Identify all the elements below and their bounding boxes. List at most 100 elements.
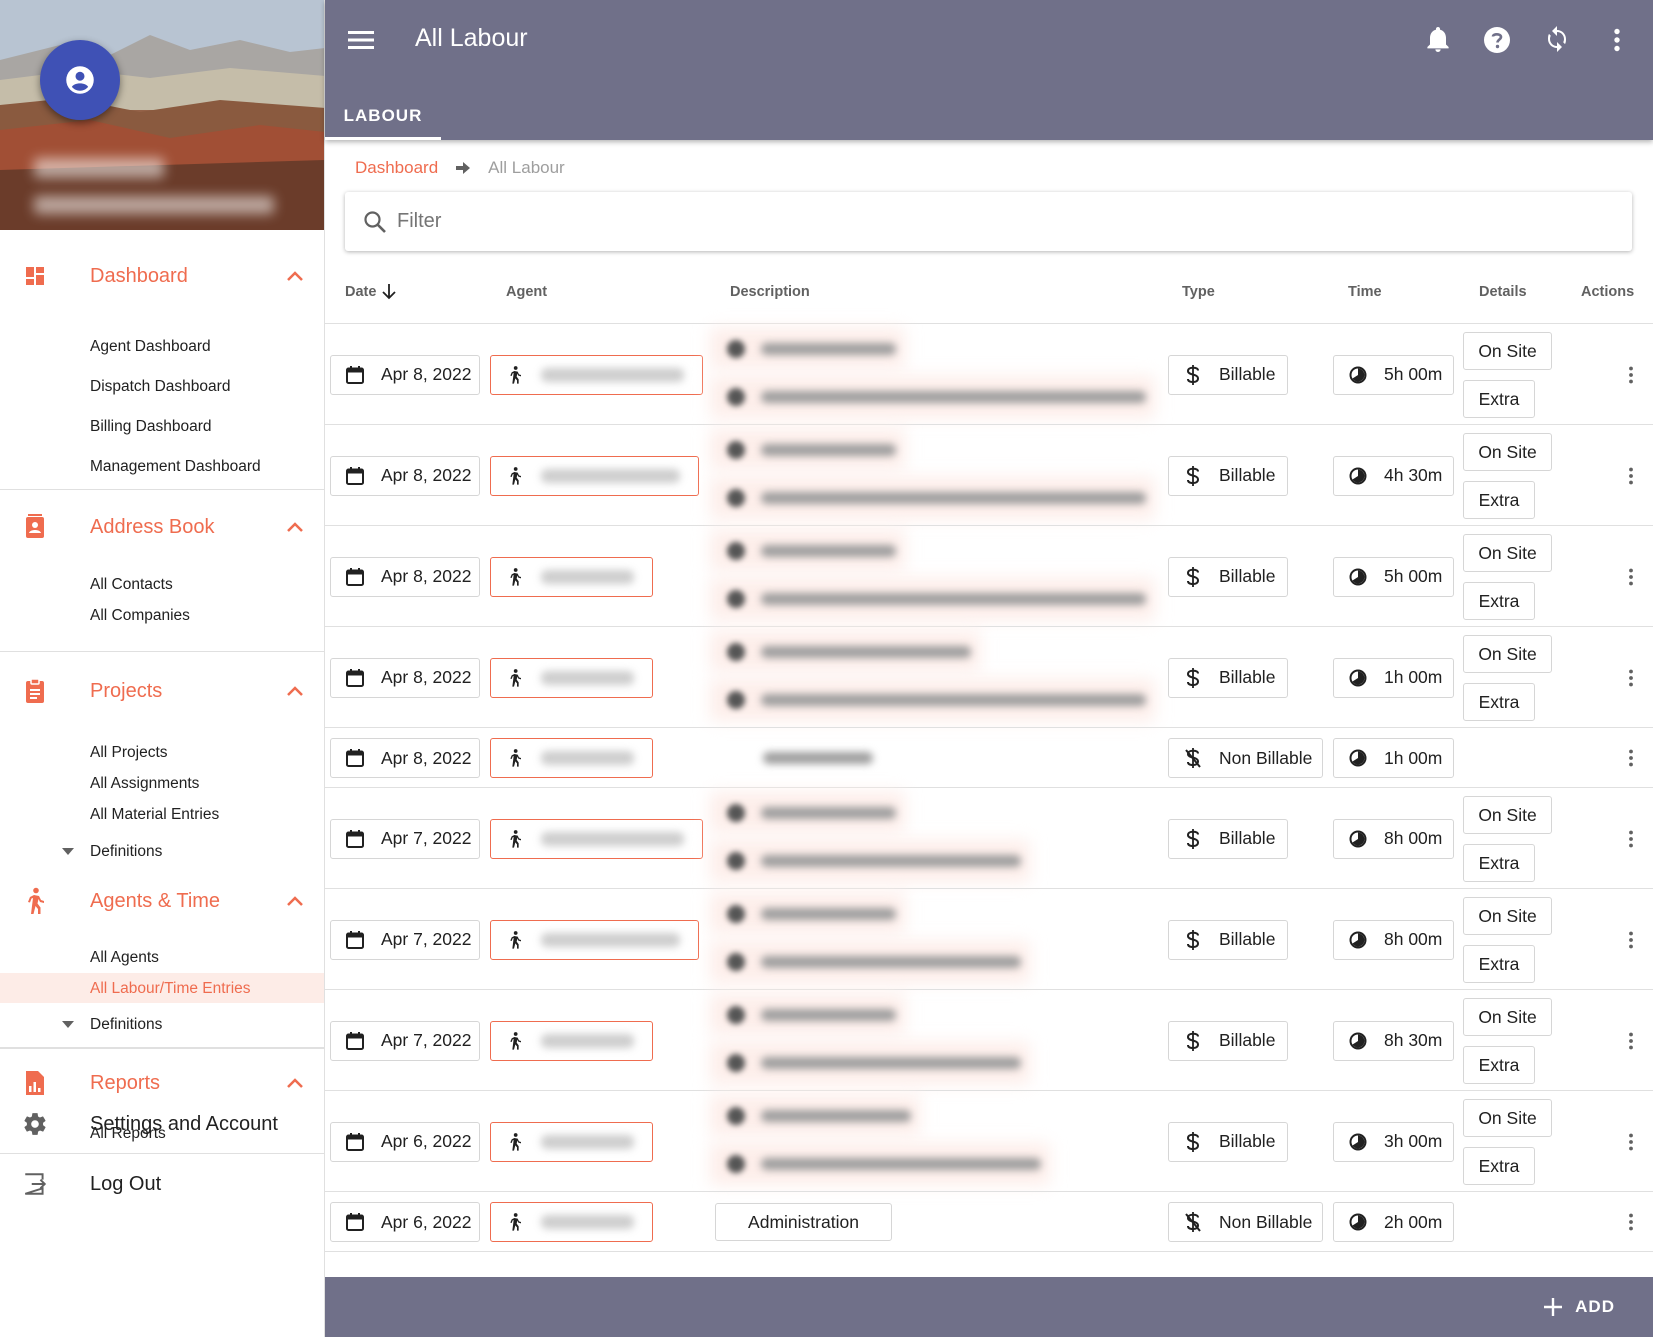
date-chip[interactable]: Apr 7, 2022	[330, 919, 480, 960]
row-actions-menu-icon[interactable]	[1619, 464, 1643, 488]
on-site-chip[interactable]: On Site	[1463, 534, 1552, 572]
description-line-redacted[interactable]	[727, 1054, 1021, 1072]
agent-chip[interactable]	[490, 1121, 653, 1162]
row-actions-menu-icon[interactable]	[1619, 746, 1643, 770]
tab-labour[interactable]: LABOUR	[325, 92, 441, 140]
agent-chip[interactable]	[490, 657, 653, 698]
type-chip[interactable]: Billable	[1168, 556, 1288, 597]
settings-and-account-item[interactable]: Settings and Account	[0, 1095, 324, 1153]
nav-all-material-entries[interactable]: All Material Entries	[90, 806, 219, 824]
bell-icon[interactable]	[1422, 24, 1454, 56]
table-row[interactable]: Apr 8, 2022 Non Billable 1h 00m	[325, 727, 1653, 787]
type-chip[interactable]: Non Billable	[1168, 738, 1323, 778]
nav-dispatch-dashboard[interactable]: Dispatch Dashboard	[90, 378, 230, 396]
description-line-redacted[interactable]	[727, 905, 896, 923]
type-chip[interactable]: Billable	[1168, 354, 1288, 395]
on-site-chip[interactable]: On Site	[1463, 332, 1552, 370]
nav-all-agents[interactable]: All Agents	[90, 949, 159, 967]
row-actions-menu-icon[interactable]	[1619, 363, 1643, 387]
extra-chip[interactable]: Extra	[1463, 683, 1535, 721]
nav-management-dashboard[interactable]: Management Dashboard	[90, 458, 261, 476]
agents-time-section-header[interactable]: Agents & Time	[0, 871, 324, 931]
date-chip[interactable]: Apr 6, 2022	[330, 1121, 480, 1162]
description-line-redacted[interactable]	[727, 340, 896, 358]
more-vert-icon[interactable]	[1601, 24, 1633, 56]
type-chip[interactable]: Billable	[1168, 455, 1288, 496]
nav-agent-definitions[interactable]: Definitions	[90, 1016, 162, 1034]
chevron-up-icon[interactable]	[275, 515, 315, 539]
description-line-redacted[interactable]	[727, 388, 1146, 406]
on-site-chip[interactable]: On Site	[1463, 796, 1552, 834]
nav-all-assignments[interactable]: All Assignments	[90, 775, 199, 793]
description-line-redacted[interactable]	[727, 441, 896, 459]
row-actions-menu-icon[interactable]	[1619, 1029, 1643, 1053]
type-chip[interactable]: Billable	[1168, 818, 1288, 859]
nav-all-companies[interactable]: All Companies	[90, 607, 190, 625]
description-line-redacted[interactable]	[727, 852, 1021, 870]
description-line-redacted[interactable]	[727, 542, 896, 560]
menu-icon[interactable]	[345, 24, 377, 56]
on-site-chip[interactable]: On Site	[1463, 433, 1552, 471]
extra-chip[interactable]: Extra	[1463, 481, 1535, 519]
time-chip[interactable]: 3h 00m	[1333, 1121, 1454, 1162]
agent-chip[interactable]	[490, 1202, 653, 1242]
date-chip[interactable]: Apr 7, 2022	[330, 1020, 480, 1061]
date-chip[interactable]: Apr 8, 2022	[330, 738, 480, 778]
date-chip[interactable]: Apr 7, 2022	[330, 818, 480, 859]
description-line-redacted[interactable]	[763, 752, 873, 764]
nav-all-labour-time-entries[interactable]: All Labour/Time Entries	[90, 980, 251, 998]
extra-chip[interactable]: Extra	[1463, 582, 1535, 620]
on-site-chip[interactable]: On Site	[1463, 897, 1552, 935]
on-site-chip[interactable]: On Site	[1463, 998, 1552, 1036]
type-chip[interactable]: Non Billable	[1168, 1202, 1323, 1242]
description-line-redacted[interactable]	[727, 691, 1146, 709]
type-chip[interactable]: Billable	[1168, 657, 1288, 698]
row-actions-menu-icon[interactable]	[1619, 1130, 1643, 1154]
chevron-up-icon[interactable]	[275, 264, 315, 288]
date-chip[interactable]: Apr 6, 2022	[330, 1202, 480, 1242]
type-chip[interactable]: Billable	[1168, 919, 1288, 960]
time-chip[interactable]: 5h 00m	[1333, 556, 1454, 597]
extra-chip[interactable]: Extra	[1463, 380, 1535, 418]
table-row[interactable]: Apr 7, 2022 Billable 8h 30m On Site Extra	[325, 989, 1653, 1090]
date-chip[interactable]: Apr 8, 2022	[330, 556, 480, 597]
chevron-up-icon[interactable]	[275, 679, 315, 703]
on-site-chip[interactable]: On Site	[1463, 635, 1552, 673]
description-line-redacted[interactable]	[727, 1006, 896, 1024]
address-book-section-header[interactable]: Address Book	[0, 497, 324, 557]
date-chip[interactable]: Apr 8, 2022	[330, 657, 480, 698]
description-line-redacted[interactable]	[727, 489, 1146, 507]
description-line-redacted[interactable]	[727, 953, 1021, 971]
type-chip[interactable]: Billable	[1168, 1121, 1288, 1162]
description-chip[interactable]: Administration	[715, 1203, 892, 1241]
table-row[interactable]: Apr 8, 2022 Billable 1h 00m On Site Extra	[325, 626, 1653, 727]
time-chip[interactable]: 8h 00m	[1333, 919, 1454, 960]
time-chip[interactable]: 5h 00m	[1333, 354, 1454, 395]
date-chip[interactable]: Apr 8, 2022	[330, 354, 480, 395]
extra-chip[interactable]: Extra	[1463, 945, 1535, 983]
breadcrumb-dashboard-link[interactable]: Dashboard	[355, 158, 438, 178]
time-chip[interactable]: 8h 00m	[1333, 818, 1454, 859]
time-chip[interactable]: 1h 00m	[1333, 738, 1454, 778]
date-chip[interactable]: Apr 8, 2022	[330, 455, 480, 496]
nav-billing-dashboard[interactable]: Billing Dashboard	[90, 418, 212, 436]
chevron-up-icon[interactable]	[275, 889, 315, 913]
nav-all-projects[interactable]: All Projects	[90, 744, 168, 762]
nav-agent-dashboard[interactable]: Agent Dashboard	[90, 338, 211, 356]
description-line-redacted[interactable]	[727, 643, 971, 661]
extra-chip[interactable]: Extra	[1463, 1046, 1535, 1084]
description-line-redacted[interactable]	[727, 1155, 1041, 1173]
nav-all-contacts[interactable]: All Contacts	[90, 576, 173, 594]
table-row[interactable]: Apr 7, 2022 Billable 8h 00m On Site Extra	[325, 787, 1653, 888]
table-row[interactable]: Apr 6, 2022 Administration Non Billable 2h …	[325, 1191, 1653, 1251]
time-chip[interactable]: 2h 00m	[1333, 1202, 1454, 1242]
help-icon[interactable]	[1481, 24, 1513, 56]
row-actions-menu-icon[interactable]	[1619, 565, 1643, 589]
nav-project-definitions[interactable]: Definitions	[90, 843, 162, 861]
agent-chip[interactable]	[490, 455, 699, 496]
sync-icon[interactable]	[1541, 24, 1573, 56]
row-actions-menu-icon[interactable]	[1619, 928, 1643, 952]
description-line-redacted[interactable]	[727, 804, 896, 822]
agent-chip[interactable]	[490, 1020, 653, 1061]
filter-input[interactable]	[397, 210, 1597, 233]
